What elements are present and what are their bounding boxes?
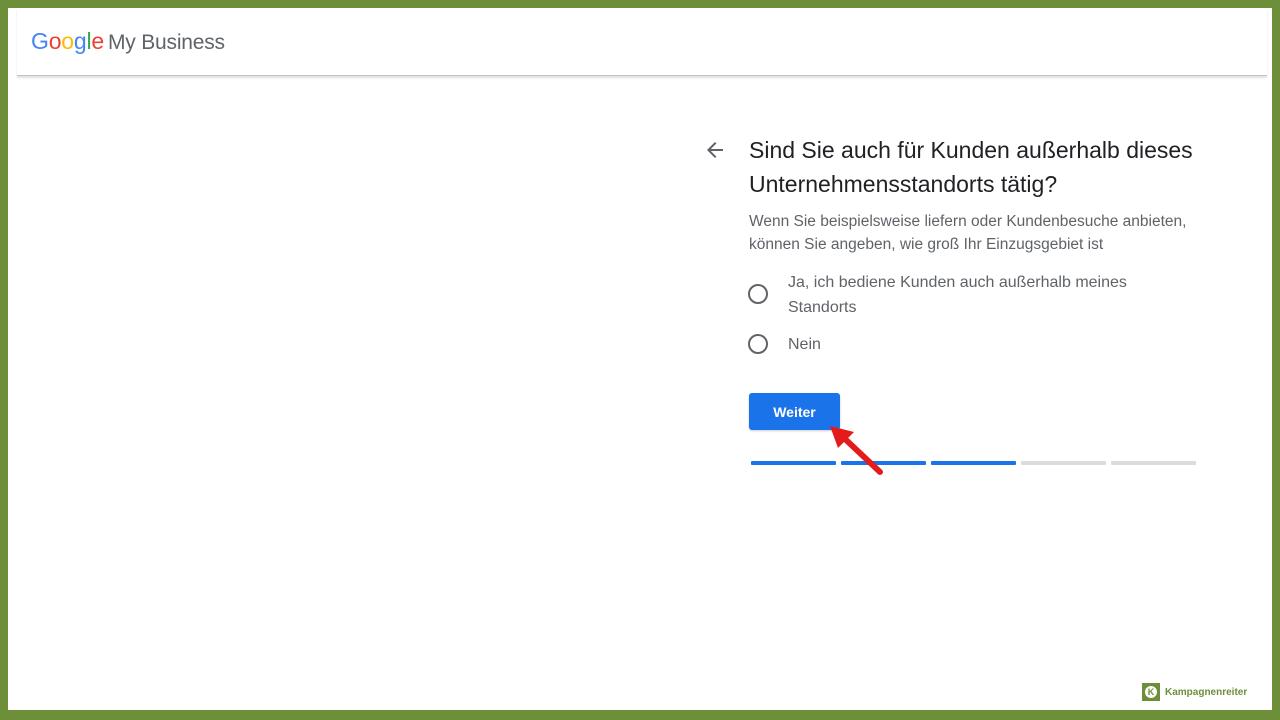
logo-letter: o (61, 28, 74, 54)
kampagnenreiter-logo-icon: K (1142, 683, 1160, 701)
step-progress-bar (751, 461, 1196, 465)
google-wordmark: Google (31, 28, 104, 54)
page-title: Sind Sie auch für Kunden außerhalb diese… (749, 137, 1193, 197)
option-no-label[interactable]: Nein (788, 332, 1168, 357)
logo-letter: g (73, 28, 87, 54)
app-header: Google My Business (17, 8, 1267, 76)
option-yes[interactable]: Ja, ich bediene Kunden auch außerhalb me… (748, 270, 1218, 320)
watermark-text: Kampagnenreiter (1165, 686, 1248, 698)
page-subtitle: Wenn Sie beispielsweise liefern oder Kun… (749, 213, 1187, 253)
logo-letter: o (48, 28, 62, 54)
option-yes-label[interactable]: Ja, ich bediene Kunden auch außerhalb me… (788, 270, 1168, 320)
logo-letter: G (31, 28, 49, 54)
radio-button-yes[interactable] (748, 284, 768, 304)
logo-letter: e (91, 28, 104, 54)
radio-button-no[interactable] (748, 334, 768, 354)
google-my-business-logo[interactable]: Google My Business (31, 28, 225, 55)
progress-segment (1111, 461, 1196, 465)
back-arrow-icon[interactable] (703, 138, 727, 162)
watermark-logo-letter: K (1145, 686, 1157, 698)
product-name: My Business (108, 31, 225, 54)
annotation-arrow-icon (830, 426, 883, 475)
progress-segment (931, 461, 1016, 465)
page-frame: Google My Business Sind Sie auch für Kund… (8, 8, 1272, 710)
option-no[interactable]: Nein (748, 332, 1218, 357)
watermark: K Kampagnenreiter (1142, 683, 1247, 701)
progress-segment (1021, 461, 1106, 465)
